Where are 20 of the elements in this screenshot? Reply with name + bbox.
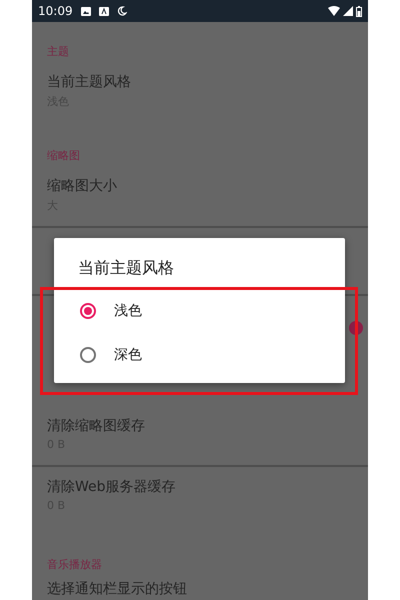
radio-button[interactable] xyxy=(80,303,96,319)
battery-icon xyxy=(356,6,362,16)
option-label[interactable]: 浅色 xyxy=(114,302,142,320)
option-label[interactable]: 深色 xyxy=(114,346,142,364)
dialog-title: 当前主题风格 xyxy=(78,258,175,279)
wifi-icon xyxy=(328,6,340,16)
section-header: 主题 xyxy=(47,45,69,58)
section-header: 缩略图 xyxy=(47,149,80,162)
setting-title[interactable]: 选择通知栏显示的按钮 xyxy=(47,580,187,598)
setting-title[interactable]: 清除缩略图缓存 xyxy=(47,417,145,435)
clock: 10:09 xyxy=(38,4,73,18)
section-header: 音乐播放器 xyxy=(47,558,102,571)
signal-icon xyxy=(343,6,353,16)
image-icon xyxy=(80,6,91,16)
moon-icon xyxy=(116,6,127,16)
radio-button[interactable] xyxy=(80,347,96,363)
setting-title[interactable]: 缩略图大小 xyxy=(47,177,117,195)
letter-icon xyxy=(98,6,109,16)
setting-title[interactable]: 当前主题风格 xyxy=(47,73,131,91)
setting-title[interactable]: 清除Web服务器缓存 xyxy=(47,478,176,496)
